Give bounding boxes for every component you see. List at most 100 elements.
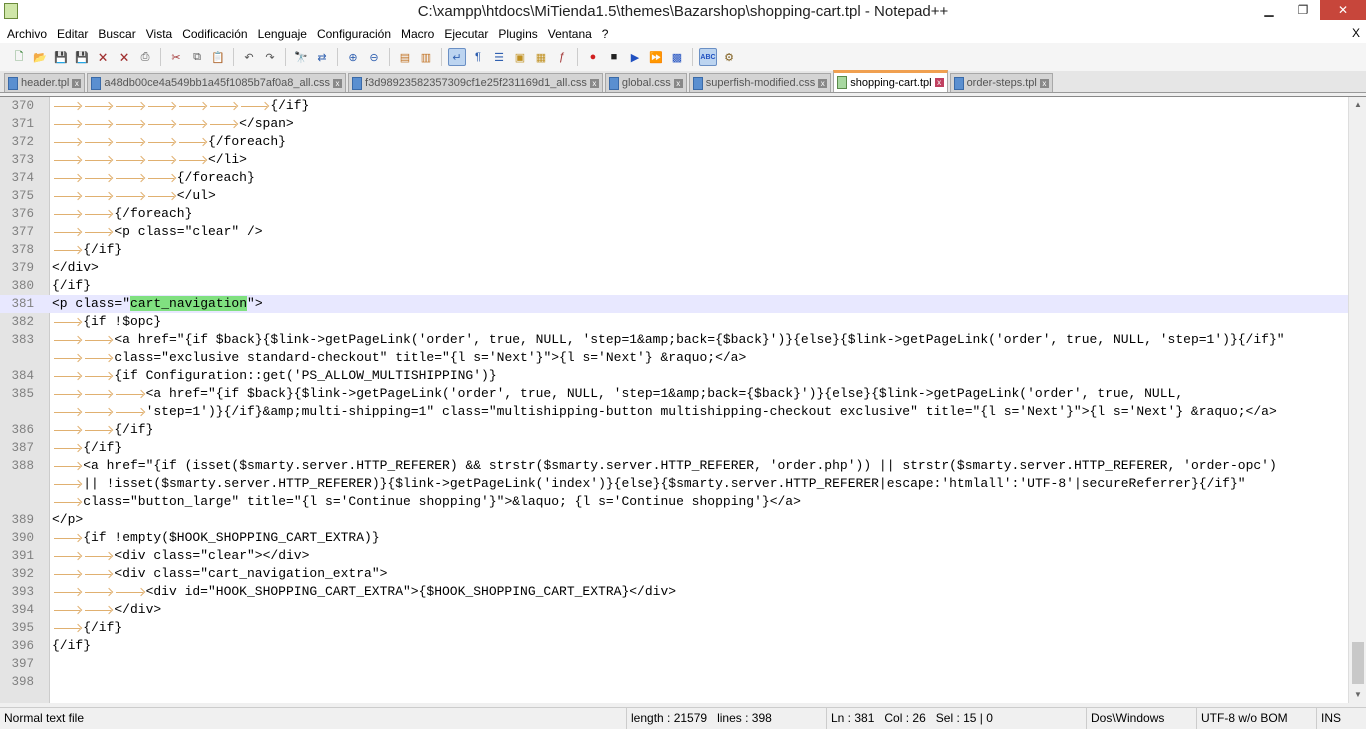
code-line[interactable]: 384 {if Configuration::get('PS_ALLOW_MULT… [0, 367, 1348, 385]
replace-button[interactable]: ⇄ [313, 48, 331, 66]
code-line[interactable]: 396 {/if} [0, 637, 1348, 655]
undo-button[interactable]: ↶ [240, 48, 258, 66]
save-button[interactable]: 💾 [52, 48, 70, 66]
save-all-button[interactable]: 💾 [73, 48, 91, 66]
close-all-button[interactable]: 🗙 [115, 48, 133, 66]
code-line[interactable]: 373 </li> [0, 151, 1348, 169]
run-macro-multiple-button[interactable]: ⏩ [647, 48, 665, 66]
code-lines[interactable]: 370 {/if} 371 </span> 372 {/foreach} 373 </li> 3… [0, 97, 1348, 691]
play-macro-button[interactable]: ▶ [626, 48, 644, 66]
tab-superfish-modified-css[interactable]: superfish-modified.css x [688, 73, 832, 92]
code-line[interactable]: 379 </div> [0, 259, 1348, 277]
tab-shopping-cart-tpl[interactable]: shopping-cart.tpl x [833, 70, 948, 92]
close-tab-icon[interactable]: x [934, 78, 944, 87]
code-line[interactable]: 370 {/if} [0, 97, 1348, 115]
code-line[interactable]: 389 </p> [0, 511, 1348, 529]
tab-a48db00ce4a549bb1a45f1085b7af0a8-all-css[interactable]: a48db00ce4a549bb1a45f1085b7af0a8_all.css… [87, 73, 347, 92]
code-line-continuation[interactable]: || !isset($smarty.server.HTTP_REFERER)}{… [0, 475, 1348, 493]
close-document-button[interactable]: X [1352, 26, 1360, 40]
close-tab-icon[interactable]: x [589, 78, 599, 88]
code-line-continuation[interactable]: 'step=1')}{/if}&amp;multi-shipping=1" cl… [0, 403, 1348, 421]
tab-header-tpl[interactable]: header.tpl x [4, 73, 86, 92]
close-tab-icon[interactable]: x [818, 78, 828, 88]
code-line[interactable]: 392 <div class="cart_navigation_extra"> [0, 565, 1348, 583]
code-line[interactable]: 398 [0, 673, 1348, 691]
vertical-scrollbar[interactable]: ▲ ▼ [1348, 97, 1366, 703]
menu-ventana[interactable]: Ventana [544, 27, 598, 41]
print-button[interactable]: ⎙ [136, 48, 154, 66]
code-line[interactable]: 394 </div> [0, 601, 1348, 619]
code-line[interactable]: 386 {/if} [0, 421, 1348, 439]
zoom-out-button[interactable]: ⊖ [365, 48, 383, 66]
minimize-button[interactable]: ▁ [1252, 0, 1286, 20]
menu-codificación[interactable]: Codificación [178, 27, 253, 41]
zoom-in-button[interactable]: ⊕ [344, 48, 362, 66]
close-tab-icon[interactable]: x [72, 78, 82, 88]
close-button[interactable]: 🗙 [94, 48, 112, 66]
cut-button[interactable]: ✂ [167, 48, 185, 66]
code-line[interactable]: 372 {/foreach} [0, 133, 1348, 151]
close-window-button[interactable]: ✕ [1320, 0, 1366, 20]
indent-guide-button[interactable]: ☰ [490, 48, 508, 66]
code-line[interactable]: 376 {/foreach} [0, 205, 1348, 223]
menu-buscar[interactable]: Buscar [94, 27, 141, 41]
code-line[interactable]: 397 [0, 655, 1348, 673]
menu-vista[interactable]: Vista [142, 27, 178, 41]
code-line[interactable]: 374 {/foreach} [0, 169, 1348, 187]
code-line-continuation[interactable]: class="exclusive standard-checkout" titl… [0, 349, 1348, 367]
close-tab-icon[interactable]: x [673, 78, 683, 88]
code-line[interactable]: 380 {/if} [0, 277, 1348, 295]
define-language-button[interactable]: ▣ [511, 48, 529, 66]
menu-configuración[interactable]: Configuración [313, 27, 397, 41]
function-list-button[interactable]: ƒ [553, 48, 571, 66]
copy-button[interactable]: ⧉ [188, 48, 206, 66]
code-line[interactable]: 371 </span> [0, 115, 1348, 133]
maximize-button[interactable]: ❐ [1286, 0, 1320, 20]
code-line[interactable]: 375 </ul> [0, 187, 1348, 205]
code-line[interactable]: 382 {if !$opc} [0, 313, 1348, 331]
code-line-continuation[interactable]: class="button_large" title="{l s='Contin… [0, 493, 1348, 511]
code-line[interactable]: 383 <a href="{if $back}{$link->getPageLin… [0, 331, 1348, 349]
doc-map-button[interactable]: ▦ [532, 48, 550, 66]
tab-f3d98923582357309cf1e25f231169d1-all-css[interactable]: f3d98923582357309cf1e25f231169d1_all.css… [348, 73, 603, 92]
close-tab-icon[interactable]: x [1039, 78, 1049, 88]
show-all-chars-button[interactable]: ¶ [469, 48, 487, 66]
close-tab-icon[interactable]: x [333, 78, 343, 88]
scrollbar-thumb[interactable] [1352, 642, 1364, 684]
menu-plugins[interactable]: Plugins [494, 27, 543, 41]
code-line[interactable]: 381 <p class="cart_navigation"> [0, 295, 1348, 313]
code-line[interactable]: 391 <div class="clear"></div> [0, 547, 1348, 565]
open-file-button[interactable]: 📂 [31, 48, 49, 66]
menu-editar[interactable]: Editar [53, 27, 94, 41]
spell-options-button[interactable]: ⚙ [720, 48, 738, 66]
menu-lenguaje[interactable]: Lenguaje [254, 27, 313, 41]
tab-order-steps-tpl[interactable]: order-steps.tpl x [949, 73, 1053, 92]
sync-vertical-button[interactable]: ▤ [396, 48, 414, 66]
code-line[interactable]: 390 {if !empty($HOOK_SHOPPING_CART_EXTRA)… [0, 529, 1348, 547]
code-line[interactable]: 393 <div id="HOOK_SHOPPING_CART_EXTRA">{$… [0, 583, 1348, 601]
sync-horizontal-button[interactable]: ▥ [417, 48, 435, 66]
code-line[interactable]: 395 {/if} [0, 619, 1348, 637]
save-macro-button[interactable]: ▩ [668, 48, 686, 66]
code-line[interactable]: 387 {/if} [0, 439, 1348, 457]
record-macro-button[interactable]: ● [584, 48, 602, 66]
redo-button[interactable]: ↷ [261, 48, 279, 66]
code-line[interactable]: 385 <a href="{if $back}{$link->getPageLin… [0, 385, 1348, 403]
code-editor[interactable]: 370 {/if} 371 </span> 372 {/foreach} 373 </li> 3… [0, 96, 1366, 703]
menu-archivo[interactable]: Archivo [3, 27, 53, 41]
find-button[interactable]: 🔭 [292, 48, 310, 66]
menu-help[interactable]: ? [598, 27, 615, 41]
menu-macro[interactable]: Macro [397, 27, 440, 41]
spell-check-button[interactable]: ABC [699, 48, 717, 66]
code-line[interactable]: 388 <a href="{if (isset($smarty.server.HT… [0, 457, 1348, 475]
scroll-up-arrow-icon[interactable]: ▲ [1349, 97, 1366, 113]
menu-ejecutar[interactable]: Ejecutar [440, 27, 494, 41]
stop-record-button[interactable]: ■ [605, 48, 623, 66]
paste-button[interactable]: 📋 [209, 48, 227, 66]
new-file-button[interactable]: 🗋 [10, 48, 28, 66]
word-wrap-button[interactable]: ↵ [448, 48, 466, 66]
tab-global-css[interactable]: global.css x [604, 73, 687, 92]
scroll-down-arrow-icon[interactable]: ▼ [1349, 687, 1366, 703]
code-line[interactable]: 378 {/if} [0, 241, 1348, 259]
code-line[interactable]: 377 <p class="clear" /> [0, 223, 1348, 241]
